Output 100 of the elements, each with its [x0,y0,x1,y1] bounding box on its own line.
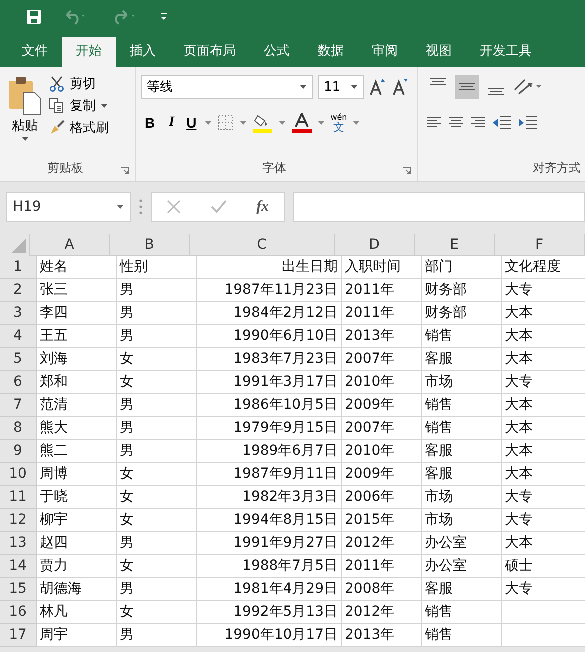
decrease-indent-icon[interactable] [492,116,512,130]
row-header[interactable]: 17 [0,624,37,647]
row-header[interactable]: 13 [0,532,37,555]
ribbon-tab[interactable]: 插入 [116,37,170,67]
table-cell: 性别 [120,259,148,275]
insert-function-button[interactable]: fx [256,198,270,216]
table-cell: 1991年9月27日 [234,535,338,551]
table-cell: 财务部 [425,282,467,298]
italic-button[interactable]: I [165,115,179,131]
ribbon-tab[interactable]: 公式 [250,37,304,67]
table-cell: 1983年7月23日 [234,351,338,367]
table-cell: 贾力 [40,558,68,574]
row-header[interactable]: 15 [0,578,37,601]
drag-handle-icon[interactable] [139,199,143,215]
row-header[interactable]: 12 [0,509,37,532]
align-lines-icon [487,88,505,96]
ribbon-tab[interactable]: 开始 [62,37,116,67]
row-header[interactable]: 5 [0,348,37,371]
table-cell: 1982年3月3日 [242,489,338,505]
font-name-field[interactable]: 等线 [141,75,313,99]
ribbon-tab[interactable]: 审阅 [358,37,412,67]
cut-button[interactable]: 剪切 [49,75,109,93]
table-cell: 1990年6月10日 [234,328,338,344]
font-color-icon[interactable] [292,113,312,133]
align-right-icon[interactable] [470,117,486,129]
borders-icon[interactable] [218,115,234,131]
ribbon-tab[interactable]: 文件 [8,37,62,67]
table-cell: 2013年 [345,627,395,643]
dialog-launcher-icon[interactable] [403,167,411,175]
table-cell: 女 [120,489,134,505]
ribbon-tab[interactable]: 开发工具 [466,37,546,67]
ribbon-tab[interactable]: 数据 [304,37,358,67]
table-cell: 大本 [505,305,533,321]
font-size-field[interactable]: 11 [318,75,364,99]
orientation-icon[interactable] [513,78,543,96]
column-header[interactable]: C [190,234,335,256]
copy-button[interactable]: 复制 [49,97,109,115]
increase-font-size-icon[interactable] [369,78,387,96]
copy-icon [49,98,65,114]
save-icon[interactable] [26,9,42,25]
table-cell: 大本 [505,328,533,344]
table-cell: 周博 [40,466,68,482]
row-header[interactable]: 8 [0,417,37,440]
ribbon-tab[interactable]: 视图 [412,37,466,67]
column-header[interactable]: F [495,234,585,256]
row-header[interactable]: 2 [0,279,37,302]
table-cell: 大专 [505,282,533,298]
table-cell: 大专 [505,374,533,390]
table-cell: 2007年 [345,351,395,367]
paste-button[interactable]: 粘贴 [5,73,45,143]
table-cell: 客服 [425,466,453,482]
row-header[interactable]: 7 [0,394,37,417]
table-cell: 2013年 [345,328,395,344]
row-header[interactable]: 11 [0,486,37,509]
table-cell: 大本 [505,466,533,482]
column-header[interactable]: A [30,234,110,256]
column-header[interactable]: D [335,234,415,256]
middle-align-button[interactable] [455,75,479,99]
table-cell: 销售 [425,604,453,620]
table-cell: 周宇 [40,627,68,643]
column-header[interactable]: E [415,234,495,256]
row-header[interactable]: 4 [0,325,37,348]
row-header[interactable]: 3 [0,302,37,325]
table-cell: 客服 [425,351,453,367]
column-header[interactable]: B [110,234,190,256]
row-header[interactable]: 1 [0,256,37,279]
table-cell: 男 [120,443,134,459]
table-cell: 男 [120,397,134,413]
decrease-font-size-icon[interactable] [392,78,410,96]
phonetic-guide-button[interactable]: wén 文 [330,114,348,132]
formula-field[interactable] [293,192,585,222]
underline-button[interactable]: U [184,115,199,131]
format-painter-button[interactable]: 格式刷 [49,119,109,137]
row-header[interactable]: 16 [0,601,37,624]
table-cell: 男 [120,420,134,436]
table-cell: 女 [120,604,134,620]
name-box[interactable]: H19 [6,192,131,222]
customize-icon[interactable] [160,12,168,22]
table-cell: 大本 [505,351,533,367]
table-cell: 1991年3月17日 [234,374,338,390]
row-header[interactable]: 10 [0,463,37,486]
table-cell: 男 [120,305,134,321]
increase-indent-icon[interactable] [518,116,538,130]
align-center-icon[interactable] [448,117,464,129]
table-cell: 市场 [425,489,453,505]
table-cell: 大本 [505,420,533,436]
caret-icon [351,85,358,89]
bold-button[interactable]: B [141,115,160,131]
row-header[interactable]: 14 [0,555,37,578]
fill-color-icon[interactable] [252,113,273,133]
row-header[interactable]: 6 [0,371,37,394]
align-left-icon[interactable] [426,117,442,129]
dialog-launcher-icon[interactable] [121,167,129,175]
ribbon-tab[interactable]: 页面布局 [170,37,250,67]
table-cell: 市场 [425,374,453,390]
align-lines-icon [429,78,447,86]
table-cell: 1986年10月5日 [234,397,338,413]
table-cell: 女 [120,374,134,390]
table-cell: 2012年 [345,604,395,620]
row-header[interactable]: 9 [0,440,37,463]
